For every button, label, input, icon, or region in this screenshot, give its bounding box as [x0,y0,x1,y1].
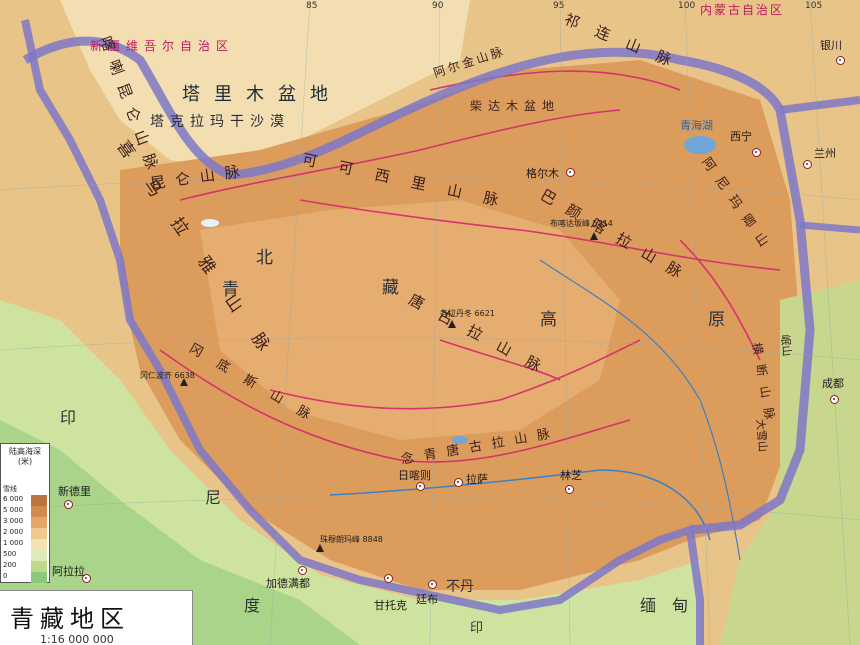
nyingchi-label: 林芝 [560,469,582,482]
elevation-legend: 陆高海深 (米) 雪线 6 000 5 000 3 000 2 000 1 000 500 2… [0,443,50,583]
shigatse-label: 日喀则 [398,469,431,482]
new-delhi-marker [64,500,73,509]
everest-peak-icon [316,544,324,552]
geladandong-label: 各拉丹冬 6621 [440,309,495,318]
legend-swatch [31,506,47,517]
plateau-char-2: 藏 [382,278,399,298]
legend-swatch [31,517,47,528]
legend-label: 6 000 [3,495,24,503]
xining-marker [752,148,761,157]
chengdu-label: 成都 [822,377,844,390]
kathmandu-label: 加德满都 [266,577,310,590]
gangtok-label: 甘托克 [374,599,407,612]
coord-95: 95 [553,1,565,11]
coord-90: 90 [432,1,444,11]
lhasa-marker [454,478,463,487]
xining-label: 西宁 [730,130,752,143]
plateau-north-char: 北 [256,248,273,268]
golmud-label: 格尔木 [526,167,559,180]
legend-swatch [31,539,47,550]
chengdu-marker [830,395,839,404]
region-inner-mongolia: 内蒙古自治区 [700,3,785,17]
golmud-marker [566,168,575,177]
legend-swatch [31,550,47,561]
legend-swatch [31,572,47,583]
coord-100: 100 [678,1,696,11]
legend-label: 3 000 [3,517,24,525]
legend-label: 5 000 [3,506,24,514]
legend-swatch [31,495,47,506]
kabul-label: 阿拉拉 [52,565,85,578]
plateau-char-4: 原 [708,310,725,330]
india-label-2: 度 [244,596,261,615]
legend-label: 500 [3,550,17,558]
coord-105: 105 [805,1,823,11]
map-canvas: 85 90 95 100 105 新疆维吾尔自治区 内蒙古自治区 塔里木盆地 塔… [0,0,860,645]
india-label-3: 印 [470,621,484,636]
geladandong-peak-icon [448,320,456,328]
daxue-label: 大雪山 [753,418,770,453]
legend-swatch [31,484,47,495]
kathmandu-marker [298,566,307,575]
legend-swatch [31,561,47,572]
lanzhou-marker [803,160,812,169]
yinchuan-marker [836,56,845,65]
bukadaban-label: 布喀达坂峰 5214 [550,219,613,228]
thimphu-marker [428,580,437,589]
map-title: 青藏地区 [10,605,130,633]
coord-85: 85 [306,1,318,11]
legend-label: 1 000 [3,539,24,547]
lanzhou-label: 兰州 [814,147,836,160]
legend-label: 雪线 [3,485,17,493]
taklamakan-label: 塔克拉玛干沙漠 [150,114,290,130]
new-delhi-label: 新德里 [58,485,91,498]
bhutan-label: 不丹 [446,579,474,595]
map-scale: 1:16 000 000 [40,633,114,645]
lake-west [201,219,219,227]
legend-title: 陆高海深 (米) [9,447,41,466]
legend-label: 200 [3,561,17,569]
yinchuan-label: 银川 [820,39,842,52]
thimphu-label: 廷布 [416,593,438,606]
legend-swatch [31,528,47,539]
legend-label: 0 [3,572,8,580]
myanmar-label: 缅甸 [640,596,705,615]
shigatse-marker [416,482,425,491]
qinghai-lake-label: 青海湖 [680,119,713,132]
everest-label: 珠穆朗玛峰 8848 [320,535,383,544]
tarim-basin-label: 塔里木盆地 [182,84,342,105]
gangtok-marker [384,574,393,583]
bukadaban-peak-icon [590,232,598,240]
boundary-gansu [799,221,860,234]
nyingchi-marker [565,485,574,494]
qaidam-label: 柴达木盆地 [470,99,561,113]
lhasa-label: 拉萨 [466,473,488,486]
gurla-label: 冈仁波齐 6638 [140,371,195,380]
nepal-label: 尼 [205,488,222,507]
plateau-char-3: 高 [540,310,557,330]
minshan-label: 岷山 [778,333,794,358]
legend-label: 2 000 [3,528,24,536]
map-title-box: 青藏地区 1:16 000 000 [0,590,193,645]
qinghai-lake [684,136,716,154]
india-label: 印 [60,408,77,427]
